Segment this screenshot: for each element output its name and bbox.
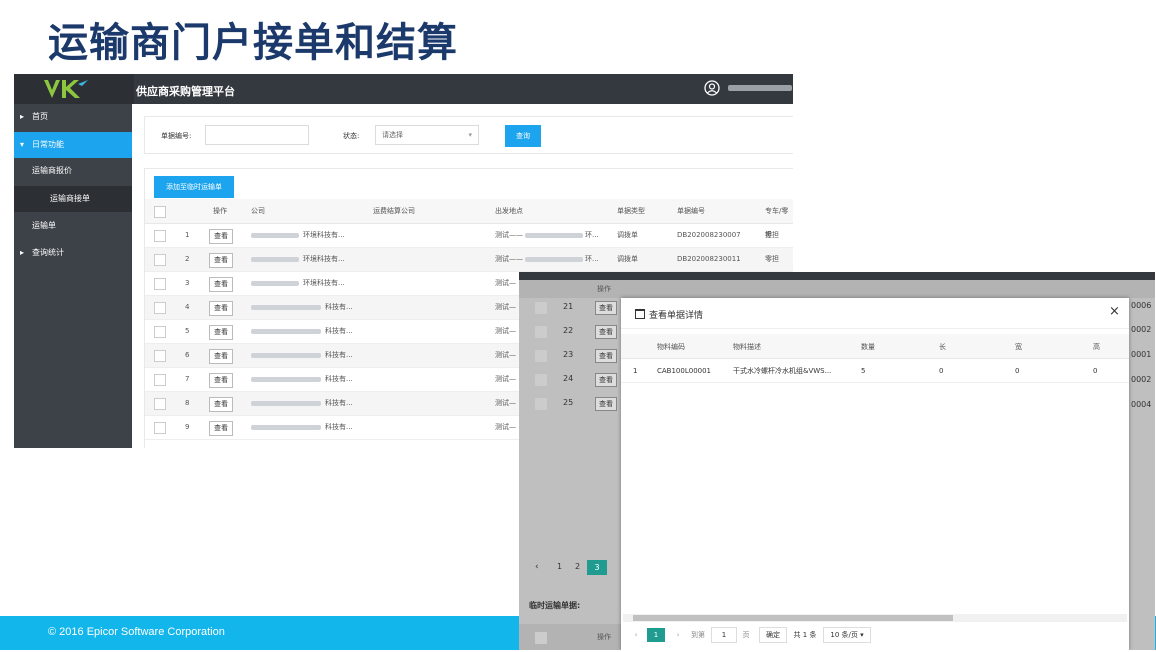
view-button[interactable]: 查看 [209, 229, 233, 244]
behind-row: 24 查看 [519, 368, 629, 392]
filter-bar: 单据编号: 状态: 请选择 ▾ 查询 [144, 116, 793, 154]
sidebar-item-waybill[interactable]: 运输单 [14, 213, 132, 239]
redacted-text [251, 401, 321, 406]
col-height: 高 [1093, 343, 1100, 351]
goto-page-input[interactable]: 1 [711, 627, 737, 643]
logo [14, 74, 134, 104]
col-action: 操作 [213, 207, 227, 215]
total-count: 共 1 条 [793, 631, 817, 639]
user-icon[interactable] [704, 80, 720, 96]
prev-page-button[interactable]: ‹ [631, 628, 641, 642]
col-doc-type: 单据类型 [617, 207, 645, 215]
view-button[interactable]: 查看 [209, 397, 233, 412]
row-checkbox[interactable] [154, 302, 166, 314]
view-button[interactable]: 查看 [209, 421, 233, 436]
slide-title: 运输商门户接单和结算 [48, 20, 458, 66]
add-to-temp-button[interactable]: 添加至临时运输单 [154, 176, 234, 198]
row-checkbox[interactable] [154, 230, 166, 242]
chevron-right-icon: ▸ [20, 112, 25, 121]
chevron-down-icon: ▾ [20, 140, 25, 149]
detail-screenshot: 操作 21 查看 22 查看 23 查看 24 查看 25 查看 0006 00… [519, 272, 1155, 650]
redacted-text [251, 305, 321, 310]
modal-title: 查看单据详情 [635, 308, 703, 321]
view-button[interactable]: 查看 [209, 373, 233, 388]
sidebar-item-home[interactable]: ▸ 首页 [14, 104, 132, 130]
goto-label: 到第 [691, 631, 705, 639]
next-page-button[interactable]: › [673, 628, 683, 642]
table-row[interactable]: 1 查看 环境科技有... 测试—— 环... 调拨单 DB2020082300… [145, 224, 793, 248]
col-origin: 出发地点 [495, 207, 523, 215]
behind-row: 22 查看 [519, 320, 629, 344]
close-icon[interactable]: × [1109, 304, 1120, 319]
page-1-button[interactable]: 1 [647, 628, 665, 642]
col-doc-no: 单据编号 [677, 207, 705, 215]
app-title: 供应商采购管理平台 [136, 85, 235, 98]
page-unit-label: 页 [742, 631, 750, 639]
goto-confirm-button[interactable]: 确定 [759, 627, 787, 643]
sidebar-item-accept[interactable]: 运输商接单 [14, 186, 132, 212]
col-width: 宽 [1015, 343, 1022, 351]
query-button[interactable]: 查询 [505, 125, 541, 147]
doc-no-input[interactable] [205, 125, 309, 145]
redacted-text [251, 425, 321, 430]
row-checkbox[interactable] [154, 326, 166, 338]
redacted-text [251, 257, 299, 262]
behind-row: 23 查看 [519, 344, 629, 368]
view-button[interactable]: 查看 [209, 325, 233, 340]
view-button[interactable]: 查看 [209, 301, 233, 316]
redacted-text [251, 353, 321, 358]
chevron-right-icon: ▸ [20, 248, 25, 257]
row-checkbox[interactable] [154, 278, 166, 290]
caret-down-icon: ▾ [468, 131, 472, 139]
view-button[interactable]: 查看 [209, 253, 233, 268]
status-label: 状态: [343, 132, 360, 140]
col-mode: 专车/零担 [765, 207, 789, 239]
sidebar-item-stats[interactable]: ▸ 查询统计 [14, 240, 132, 266]
redacted-text [251, 281, 299, 286]
row-checkbox[interactable] [154, 350, 166, 362]
row-checkbox[interactable] [154, 254, 166, 266]
page-size-select[interactable]: 10 条/页 ▾ [823, 627, 871, 643]
redacted-text [525, 257, 583, 262]
col-material-code: 物料编码 [657, 343, 685, 351]
table-row[interactable]: 2 查看 环境科技有... 测试—— 环... 调拨单 DB2020082300… [145, 248, 793, 272]
copyright: © 2016 Epicor Software Corporation [48, 626, 225, 638]
window-icon [635, 309, 645, 319]
redacted-text [251, 329, 321, 334]
behind-row: 21 查看 [519, 296, 629, 320]
modal-table-header [621, 334, 1129, 359]
redacted-text [525, 233, 583, 238]
sidebar: ▸ 首页 ▾ 日常功能 运输商报价 运输商接单 运输单 ▸ 查询统计 [14, 104, 132, 448]
col-material-desc: 物料描述 [733, 343, 761, 351]
caret-down-icon: ▾ [860, 631, 864, 639]
username-redacted [728, 85, 792, 91]
top-bar [519, 272, 1155, 280]
vk-logo-icon [44, 80, 88, 98]
detail-modal: 查看单据详情 × 物料编码 物料描述 数量 长 宽 高 1 CAB100L000… [621, 298, 1129, 650]
col-company: 公司 [251, 207, 265, 215]
col-qty: 数量 [861, 343, 875, 351]
row-checkbox[interactable] [154, 398, 166, 410]
status-select[interactable]: 请选择 ▾ [375, 125, 479, 145]
doc-no-label: 单据编号: [161, 132, 192, 140]
select-all-checkbox[interactable] [154, 206, 166, 218]
sidebar-item-daily[interactable]: ▾ 日常功能 [14, 132, 132, 158]
row-checkbox[interactable] [154, 374, 166, 386]
redacted-text [251, 233, 299, 238]
sidebar-item-quote[interactable]: 运输商报价 [14, 158, 132, 184]
redacted-text [251, 377, 321, 382]
scrollbar-thumb[interactable] [633, 615, 953, 621]
temp-waybill-label: 临时运输单据: [529, 601, 581, 610]
behind-pager: ‹ 1 2 3 [533, 560, 623, 576]
col-length: 长 [939, 343, 946, 351]
horizontal-scrollbar[interactable] [623, 614, 1127, 622]
col-settle-company: 运费结算公司 [373, 207, 415, 215]
row-checkbox[interactable] [154, 422, 166, 434]
view-button[interactable]: 查看 [209, 277, 233, 292]
behind-row: 25 查看 [519, 392, 629, 416]
view-button[interactable]: 查看 [209, 349, 233, 364]
